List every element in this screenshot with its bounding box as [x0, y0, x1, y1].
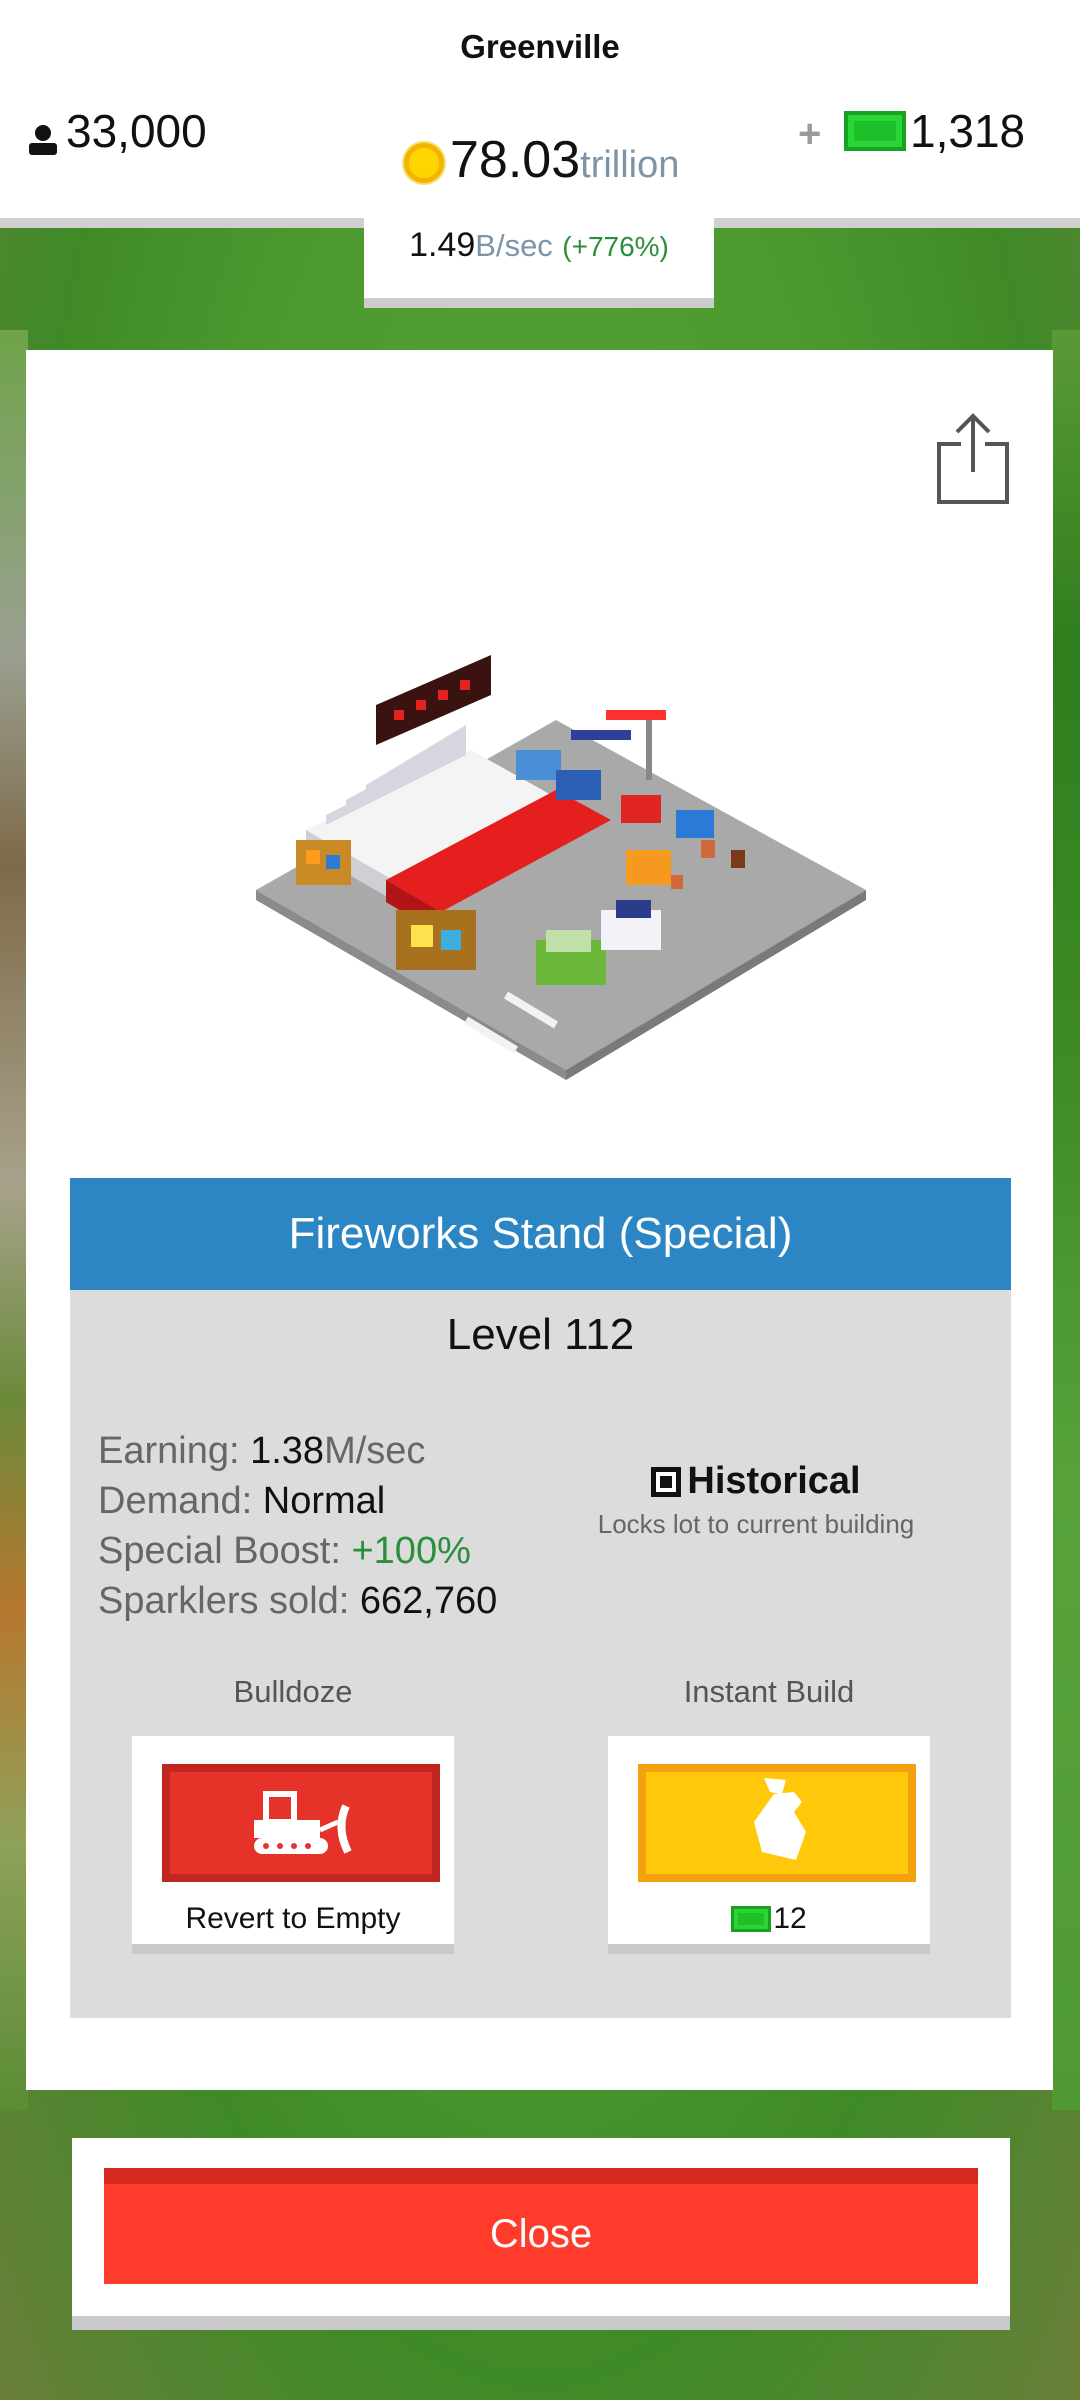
building-preview-image	[226, 650, 886, 1090]
historical-toggle[interactable]: Historical Locks lot to current building	[596, 1460, 916, 1540]
instant-build-cost: 12	[608, 1902, 930, 1936]
world-background-right	[1052, 330, 1080, 2110]
close-panel: Close	[72, 2138, 1010, 2330]
population-counter: 33,000	[26, 104, 207, 158]
cash-icon	[731, 1906, 772, 1932]
world-background-left	[0, 330, 28, 2110]
building-name: Fireworks Stand (Special)	[70, 1178, 1011, 1290]
coins-unit: trillion	[580, 144, 680, 186]
cash-icon	[844, 111, 906, 151]
coins-value: 78.03	[450, 131, 581, 189]
bulldoze-button[interactable]: Revert to Empty	[132, 1736, 454, 1954]
stat-sparklers-sold: Sparklers sold: 662,760	[98, 1580, 498, 1622]
top-hud: Greenville 33,000 78.03 trillion + 1,318	[0, 0, 1080, 222]
rate-unit: B/sec	[475, 228, 553, 263]
cash-counter[interactable]: 1,318	[844, 104, 1025, 158]
share-icon[interactable]	[935, 410, 1011, 506]
hammer-icon	[754, 1778, 806, 1860]
historical-subtitle: Locks lot to current building	[597, 1509, 915, 1539]
stat-earning: Earning: 1.38M/sec	[98, 1430, 426, 1472]
population-value: 33,000	[66, 105, 207, 157]
checkbox-icon[interactable]	[651, 1466, 682, 1497]
coins-counter: 78.03 trillion	[404, 130, 679, 190]
close-button[interactable]: Close	[104, 2168, 978, 2284]
rate-value: 1.49	[409, 226, 476, 264]
coin-icon	[404, 143, 444, 183]
stat-demand: Demand: Normal	[98, 1480, 386, 1522]
building-info-panel: Fireworks Stand (Special) Level 112 Earn…	[70, 1178, 1011, 2018]
bulldoze-label: Bulldoze	[233, 1674, 353, 1709]
income-rate-panel: 1.49B/sec (+776%)	[364, 216, 714, 308]
person-icon	[26, 114, 60, 155]
cash-value: 1,318	[910, 105, 1026, 157]
instant-build-button[interactable]: 12	[608, 1736, 930, 1954]
bulldoze-text: Revert to Empty	[185, 1902, 401, 1935]
historical-title: Historical	[687, 1460, 861, 1502]
building-detail-card: Fireworks Stand (Special) Level 112 Earn…	[26, 350, 1053, 2090]
bulldozer-icon	[254, 1791, 352, 1854]
rate-change: (+776%)	[562, 231, 669, 262]
city-name: Greenville	[460, 28, 620, 65]
instant-build-label: Instant Build	[683, 1674, 855, 1709]
buy-cash-plus-button[interactable]: +	[798, 112, 821, 157]
stat-special-boost: Special Boost: +100%	[98, 1530, 471, 1572]
building-stats: Earning: 1.38M/sec Demand: Normal Specia…	[98, 1426, 497, 1626]
building-level: Level 112	[446, 1310, 635, 1359]
